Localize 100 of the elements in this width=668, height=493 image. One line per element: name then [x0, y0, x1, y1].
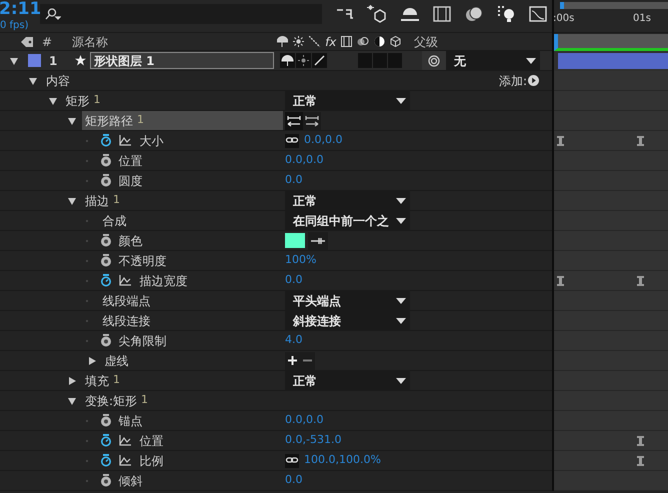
property-value[interactable]: 0.0: [285, 472, 302, 489]
property-value[interactable]: 0.0: [285, 172, 302, 189]
graph-icon[interactable]: [118, 435, 130, 446]
keyframe-icon[interactable]: [557, 136, 564, 146]
graph-icon[interactable]: [118, 275, 130, 286]
stopwatch-icon[interactable]: [100, 414, 112, 427]
stopwatch-icon[interactable]: [100, 274, 112, 287]
layer-color-label[interactable]: [28, 54, 41, 67]
time-ruler[interactable]: :00s 01s: [554, 0, 668, 33]
stopwatch-icon[interactable]: [100, 334, 112, 347]
dropdown[interactable]: 斜接连接: [285, 311, 410, 330]
property-name: 比例: [140, 452, 164, 470]
graph-icon[interactable]: [118, 135, 130, 146]
property-value[interactable]: 0.0,0.0: [285, 152, 324, 169]
graph-editor-icon[interactable]: [529, 6, 547, 22]
add-remove-controls[interactable]: [285, 352, 315, 370]
group-name[interactable]: 描边 1: [82, 191, 283, 210]
keyframe-icon[interactable]: [637, 136, 644, 146]
caret-icon: [396, 98, 406, 104]
property-value[interactable]: 0.0: [285, 272, 302, 289]
property-name: 不透明度: [118, 252, 166, 270]
hierarchy-icon[interactable]: [337, 7, 353, 21]
layer-name-field[interactable]: 形状图层 1: [90, 52, 274, 69]
play-circle-icon[interactable]: [528, 75, 539, 86]
stopwatch-icon[interactable]: [100, 174, 112, 187]
stopwatch-icon[interactable]: [100, 154, 112, 167]
cube-icon: [390, 36, 402, 47]
graph-icon[interactable]: [118, 455, 130, 466]
dome-icon[interactable]: [401, 7, 419, 21]
eyedropper-icon[interactable]: [308, 232, 328, 250]
collapse-triangle-icon[interactable]: [67, 196, 77, 206]
expand-triangle-icon[interactable]: [86, 356, 96, 366]
current-time[interactable]: 2:11: [0, 1, 40, 18]
keyframe-icon[interactable]: [557, 276, 564, 286]
group-name[interactable]: 填充 1: [82, 371, 283, 390]
dropdown[interactable]: 平头端点: [285, 291, 410, 310]
property-value[interactable]: 100.0,100.0%: [304, 452, 381, 469]
collapse-triangle-icon[interactable]: [9, 56, 19, 66]
path-direction-icon[interactable]: [285, 112, 303, 130]
plus-icon[interactable]: [288, 356, 297, 365]
sun-switch-icon[interactable]: [296, 53, 311, 68]
slash-switch-icon[interactable]: [312, 53, 327, 68]
switch-box[interactable]: [358, 53, 372, 68]
bulb-grid-icon[interactable]: [497, 5, 515, 23]
stopwatch-icon[interactable]: [100, 234, 112, 247]
color-swatch[interactable]: [285, 233, 305, 248]
layer-number: 1: [49, 52, 58, 70]
property-value[interactable]: 0.0,-531.0: [285, 432, 342, 449]
path-direction-icon[interactable]: [303, 112, 321, 130]
film-frame-icon: [341, 36, 352, 47]
expand-triangle-icon[interactable]: [67, 376, 77, 386]
stopwatch-icon[interactable]: [100, 454, 112, 467]
column-header[interactable]: 源名称: [72, 32, 278, 50]
caret-icon: [396, 378, 406, 384]
group-name[interactable]: 矩形路径 1: [82, 111, 283, 130]
property-value[interactable]: 100%: [285, 252, 316, 269]
stopwatch-icon[interactable]: [100, 134, 112, 147]
work-area-bar[interactable]: [554, 34, 668, 51]
group-name[interactable]: 内容: [43, 71, 283, 90]
group-name[interactable]: 变换:矩形 1: [82, 391, 283, 410]
star-icon[interactable]: [75, 55, 86, 66]
keyframe-icon[interactable]: [637, 276, 644, 286]
sun-icon: [293, 36, 304, 47]
property-name: 描边宽度: [140, 272, 188, 290]
switch-box[interactable]: [373, 53, 387, 68]
dropdown[interactable]: 正常: [285, 191, 410, 210]
collapse-triangle-icon[interactable]: [67, 116, 77, 126]
property-name: 尖角限制: [118, 332, 166, 350]
column-header[interactable]: #: [42, 32, 52, 50]
circles-icon[interactable]: [465, 6, 483, 22]
chain-link-icon[interactable]: [285, 134, 299, 148]
group-name[interactable]: 虚线: [102, 351, 283, 370]
stopwatch-icon[interactable]: [100, 254, 112, 267]
keyframe-icon[interactable]: [637, 436, 644, 446]
dropdown[interactable]: 无: [446, 51, 540, 70]
dropdown[interactable]: 正常: [285, 91, 410, 110]
stopwatch-icon[interactable]: [100, 474, 112, 487]
film-strip-icon[interactable]: [433, 6, 451, 22]
search-field[interactable]: [40, 4, 322, 24]
property-value[interactable]: 0.0,0.0: [304, 132, 342, 149]
pick-whip-icon[interactable]: [428, 54, 440, 66]
collapse-triangle-icon[interactable]: [28, 76, 38, 86]
switch-box[interactable]: [388, 53, 402, 68]
dropdown[interactable]: 正常: [285, 371, 410, 390]
cube-sparkle-icon[interactable]: [367, 5, 387, 23]
label-tag-icon[interactable]: [20, 36, 34, 48]
stopwatch-icon[interactable]: [100, 434, 112, 447]
property-value[interactable]: 4.0: [285, 332, 302, 349]
chain-link-icon[interactable]: [285, 454, 299, 468]
dropdown[interactable]: 在同组中前一个之: [285, 211, 410, 230]
column-header[interactable]: 父级: [414, 32, 438, 50]
search-icon[interactable]: [44, 8, 61, 20]
collapse-triangle-icon[interactable]: [67, 396, 77, 406]
add-label[interactable]: 添加:: [498, 72, 527, 90]
property-value[interactable]: 0.0,0.0: [285, 412, 324, 429]
dome-switch-icon[interactable]: [280, 53, 295, 68]
keyframe-icon[interactable]: [637, 456, 644, 466]
collapse-triangle-icon[interactable]: [48, 96, 58, 106]
property-name: 位置: [118, 152, 142, 170]
group-name[interactable]: 矩形 1: [62, 91, 283, 110]
